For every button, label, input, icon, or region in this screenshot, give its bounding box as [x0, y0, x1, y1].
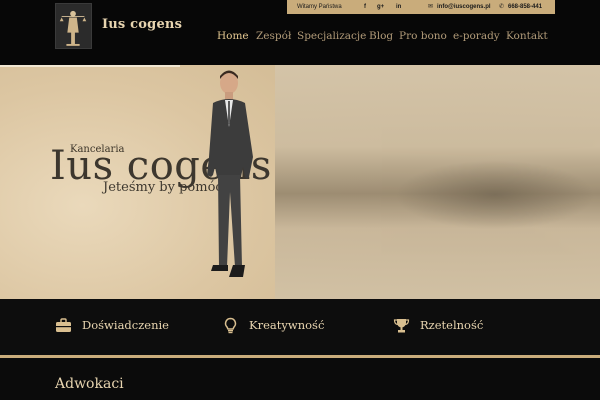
email-link[interactable]: info@iuscogens.pl: [437, 3, 491, 11]
feature-creativity: Kreatywność: [222, 316, 324, 334]
nav-item-zespol[interactable]: Zespół: [256, 30, 291, 42]
section-title: Adwokaci: [55, 376, 124, 392]
feature-label: Rzetelność: [420, 318, 484, 332]
features-bar: Doświadczenie Kreatywność Rzetelność: [0, 299, 600, 355]
nav-item-e-porady[interactable]: e-porady: [453, 30, 500, 42]
justice-statue-icon: [56, 4, 91, 48]
nav-item-home[interactable]: Home: [217, 30, 249, 42]
top-contact-bar: Witamy Państwa f g+ in ✉ info@iuscogens.…: [287, 0, 555, 14]
linkedin-icon[interactable]: in: [396, 3, 401, 11]
briefcase-icon: [56, 317, 71, 332]
greeting-text: Witamy Państwa: [297, 4, 342, 10]
hero-banner: Kancelaria Ius cogens Jeteśmy by pomóc: [0, 65, 600, 299]
facebook-icon[interactable]: f: [364, 3, 366, 11]
feature-label: Doświadczenie: [82, 318, 169, 332]
phone-number[interactable]: 668-858-441: [508, 3, 542, 11]
phone-icon: ✆: [499, 4, 505, 10]
lightbulb-icon: [224, 317, 237, 333]
hero-background-right: [275, 65, 600, 299]
logo[interactable]: [55, 3, 92, 49]
nav-item-blog[interactable]: Blog: [369, 30, 393, 42]
nav-item-kontakt[interactable]: Kontakt: [506, 30, 548, 42]
nav-item-specjalizacje[interactable]: Specjalizacje: [297, 30, 366, 42]
feature-reliability: Rzetelność: [393, 316, 483, 334]
hero-accent-line: [0, 65, 180, 67]
mail-icon: ✉: [428, 4, 434, 10]
lawyer-portrait: [207, 70, 253, 277]
section-divider: [0, 355, 600, 358]
feature-experience: Doświadczenie: [55, 316, 169, 334]
google-plus-icon[interactable]: g+: [377, 3, 384, 11]
trophy-icon: [393, 318, 410, 332]
site-header: Ius cogens Witamy Państwa f g+ in ✉ info…: [0, 0, 600, 65]
brand-name[interactable]: Ius cogens: [102, 17, 182, 32]
nav-item-pro-bono[interactable]: Pro bono: [399, 30, 447, 42]
feature-label: Kreatywność: [249, 318, 325, 332]
